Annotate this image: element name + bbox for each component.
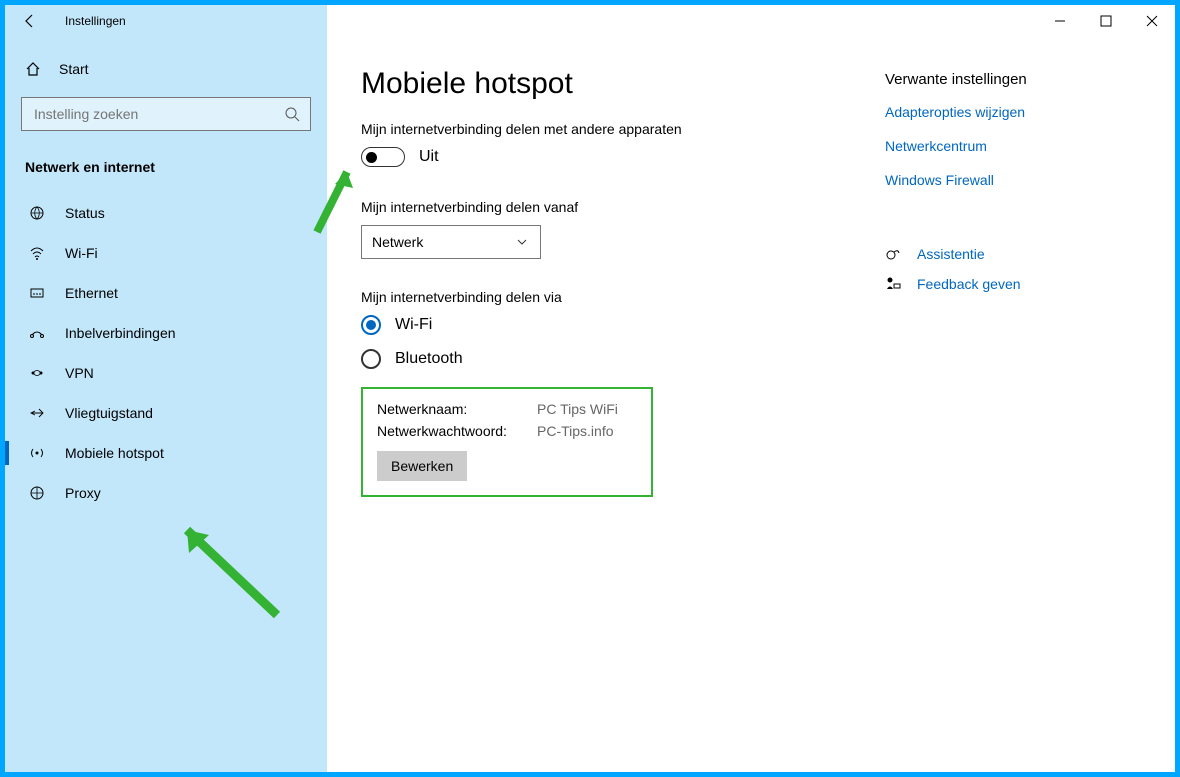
- wifi-icon: [29, 245, 45, 261]
- minimize-button[interactable]: [1037, 5, 1083, 37]
- feedback-row[interactable]: Feedback geven: [885, 276, 1135, 292]
- toggle-knob-icon: [366, 152, 377, 163]
- network-info-box: Netwerknaam: PC Tips WiFi Netwerkwachtwo…: [361, 387, 653, 497]
- home-nav[interactable]: Start: [5, 51, 327, 87]
- share-label: Mijn internetverbinding delen met andere…: [361, 121, 885, 137]
- feedback-link[interactable]: Feedback geven: [917, 276, 1021, 292]
- sidebar-item-hotspot[interactable]: Mobiele hotspot: [5, 433, 327, 473]
- sidebar-section-label: Netwerk en internet: [5, 151, 327, 193]
- help-icon: [885, 246, 901, 262]
- maximize-icon: [1098, 13, 1114, 29]
- related-heading: Verwante instellingen: [885, 71, 1135, 88]
- radio-wifi-label: Wi-Fi: [395, 316, 432, 334]
- status-icon: [29, 205, 45, 221]
- search-icon: [284, 106, 300, 122]
- search-input[interactable]: [32, 105, 272, 123]
- sidebar-item-label: Status: [65, 205, 105, 221]
- page-title: Mobiele hotspot: [361, 67, 885, 101]
- sidebar-item-proxy[interactable]: Proxy: [5, 473, 327, 513]
- ethernet-icon: [29, 285, 45, 301]
- airplane-icon: [29, 405, 45, 421]
- chevron-down-icon: [514, 234, 530, 250]
- close-icon: [1144, 13, 1160, 29]
- network-password-label: Netwerkwachtwoord:: [377, 423, 537, 439]
- sidebar-item-label: Ethernet: [65, 285, 118, 301]
- network-password-value: PC-Tips.info: [537, 423, 614, 439]
- titlebar: Instellingen: [5, 5, 1175, 37]
- sidebar-item-label: Inbelverbindingen: [65, 325, 176, 341]
- radio-bluetooth-label: Bluetooth: [395, 350, 463, 368]
- search-box[interactable]: [21, 97, 311, 131]
- proxy-icon: [29, 485, 45, 501]
- network-name-label: Netwerknaam:: [377, 401, 537, 417]
- sidebar: Start Netwerk en internet Status Wi-Fi E…: [5, 37, 327, 772]
- sidebar-item-label: Proxy: [65, 485, 101, 501]
- maximize-button[interactable]: [1083, 5, 1129, 37]
- network-name-value: PC Tips WiFi: [537, 401, 618, 417]
- back-arrow-icon: [22, 13, 38, 29]
- radio-bluetooth[interactable]: [361, 349, 381, 369]
- radio-wifi-row[interactable]: Wi-Fi: [361, 315, 885, 335]
- sidebar-item-label: Mobiele hotspot: [65, 445, 164, 461]
- sidebar-item-label: VPN: [65, 365, 94, 381]
- select-value: Netwerk: [372, 234, 423, 250]
- main-content: Mobiele hotspot Mijn internetverbinding …: [327, 37, 1175, 772]
- help-link[interactable]: Assistentie: [917, 246, 985, 262]
- share-from-select[interactable]: Netwerk: [361, 225, 541, 259]
- share-via-label: Mijn internetverbinding delen via: [361, 289, 885, 305]
- toggle-state-label: Uit: [419, 148, 439, 166]
- home-icon: [25, 61, 41, 77]
- help-row[interactable]: Assistentie: [885, 246, 1135, 262]
- hotspot-icon: [29, 445, 45, 461]
- sidebar-item-airplane[interactable]: Vliegtuigstand: [5, 393, 327, 433]
- link-network-center[interactable]: Netwerkcentrum: [885, 138, 1135, 154]
- related-settings: Verwante instellingen Adapteropties wijz…: [885, 67, 1135, 742]
- settings-window: Instellingen Start Netwerk en internet S…: [5, 5, 1175, 772]
- dialup-icon: [29, 325, 45, 341]
- radio-wifi[interactable]: [361, 315, 381, 335]
- minimize-icon: [1052, 13, 1068, 29]
- radio-bluetooth-row[interactable]: Bluetooth: [361, 349, 885, 369]
- sidebar-item-wifi[interactable]: Wi-Fi: [5, 233, 327, 273]
- sidebar-item-status[interactable]: Status: [5, 193, 327, 233]
- window-title: Instellingen: [65, 14, 126, 28]
- feedback-icon: [885, 276, 901, 292]
- sidebar-item-vpn[interactable]: VPN: [5, 353, 327, 393]
- vpn-icon: [29, 365, 45, 381]
- share-toggle[interactable]: [361, 147, 405, 167]
- sidebar-item-label: Vliegtuigstand: [65, 405, 153, 421]
- sidebar-item-ethernet[interactable]: Ethernet: [5, 273, 327, 313]
- back-button[interactable]: [5, 13, 55, 29]
- edit-button[interactable]: Bewerken: [377, 451, 467, 481]
- link-adapter-options[interactable]: Adapteropties wijzigen: [885, 104, 1135, 120]
- share-from-label: Mijn internetverbinding delen vanaf: [361, 199, 885, 215]
- sidebar-item-dialup[interactable]: Inbelverbindingen: [5, 313, 327, 353]
- home-label: Start: [59, 61, 89, 77]
- sidebar-item-label: Wi-Fi: [65, 245, 98, 261]
- close-button[interactable]: [1129, 5, 1175, 37]
- link-windows-firewall[interactable]: Windows Firewall: [885, 172, 1135, 188]
